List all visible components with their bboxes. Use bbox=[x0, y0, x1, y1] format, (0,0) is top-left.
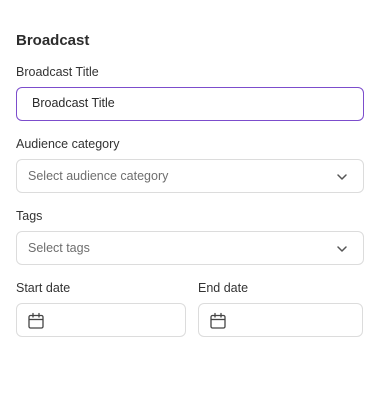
end-date-label: End date bbox=[198, 281, 249, 295]
tags-label: Tags bbox=[16, 209, 43, 223]
start-date-label: Start date bbox=[16, 281, 71, 295]
audience-category-label: Audience category bbox=[16, 137, 120, 151]
chevron-down-icon bbox=[337, 246, 347, 252]
end-date-input[interactable] bbox=[198, 303, 363, 337]
calendar-icon bbox=[210, 312, 226, 329]
broadcast-title-input[interactable]: Broadcast Title bbox=[16, 87, 364, 121]
audience-category-placeholder: Select audience category bbox=[28, 169, 169, 183]
tags-select[interactable]: Select tags bbox=[16, 231, 364, 265]
page-title: Broadcast bbox=[16, 32, 90, 49]
start-date-input[interactable] bbox=[16, 303, 186, 337]
broadcast-title-label: Broadcast Title bbox=[16, 65, 99, 79]
chevron-down-icon bbox=[337, 174, 347, 180]
broadcast-title-value: Broadcast Title bbox=[32, 96, 115, 110]
audience-category-select[interactable]: Select audience category bbox=[16, 159, 364, 193]
calendar-icon bbox=[28, 312, 44, 329]
tags-placeholder: Select tags bbox=[28, 241, 90, 255]
